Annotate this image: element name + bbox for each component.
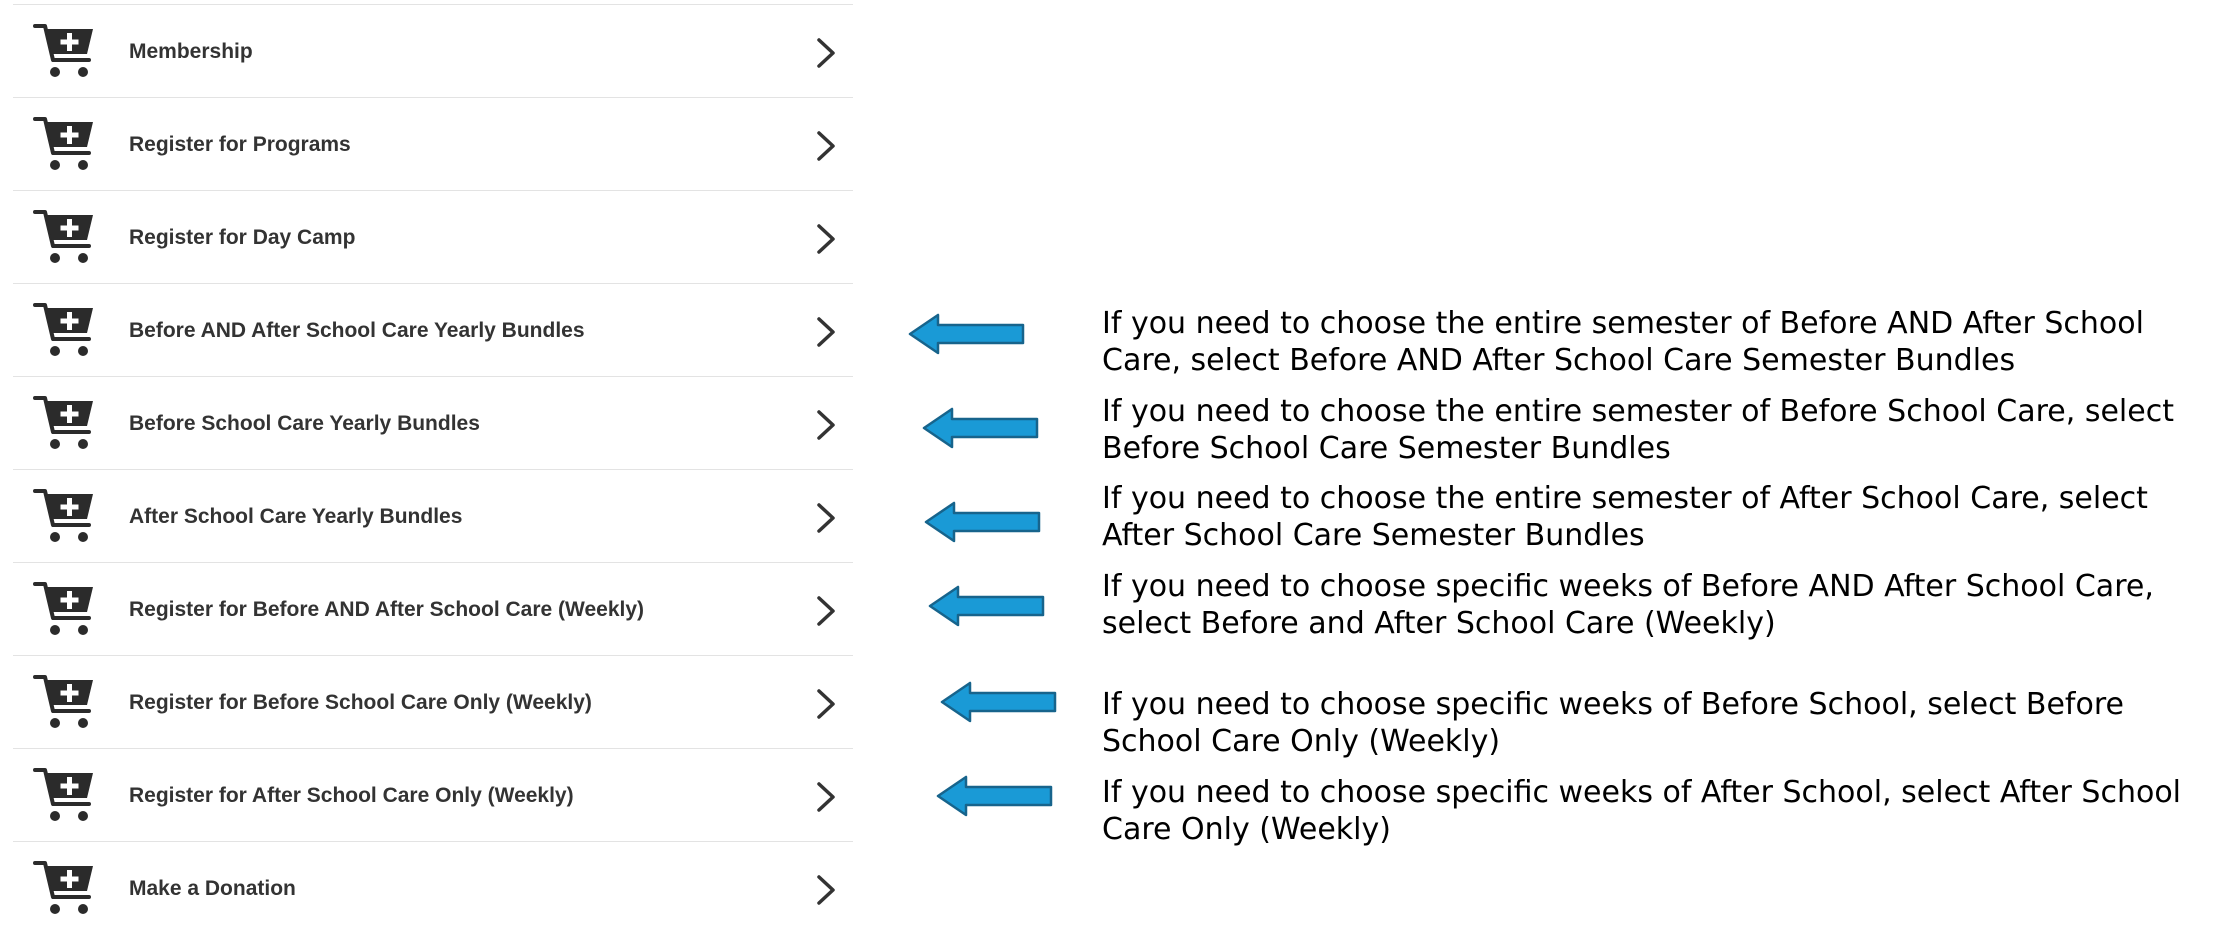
cart-add-icon (33, 303, 93, 356)
menu-item-after-yearly-bundles[interactable]: After School Care Yearly Bundles (13, 470, 853, 563)
menu-item-before-after-yearly-bundles[interactable]: Before AND After School Care Yearly Bund… (13, 284, 853, 377)
chevron-right-icon (817, 875, 835, 905)
left-arrow-icon (922, 407, 1039, 449)
instruction-note: If you need to choose the entire semeste… (1102, 394, 2174, 466)
instruction-note: If you need to choose the entire semeste… (1102, 481, 2148, 553)
instruction-note: If you need to choose specific weeks of … (1102, 569, 2154, 641)
left-arrow-icon (924, 501, 1041, 543)
menu-item-before-after-weekly[interactable]: Register for Before AND After School Car… (13, 563, 853, 656)
menu-item-label: Register for Day Camp (129, 226, 356, 249)
left-arrow-icon (928, 585, 1045, 627)
cart-add-icon (33, 396, 93, 449)
menu-item-membership[interactable]: Membership (13, 5, 853, 98)
menu-item-register-day-camp[interactable]: Register for Day Camp (13, 191, 853, 284)
chevron-right-icon (817, 782, 835, 812)
chevron-right-icon (817, 224, 835, 254)
chevron-right-icon (817, 689, 835, 719)
menu-item-register-programs[interactable]: Register for Programs (13, 98, 853, 191)
instruction-note: If you need to choose the entire semeste… (1102, 306, 2144, 378)
cart-add-icon (33, 675, 93, 728)
menu-item-label: Register for Before School Care Only (We… (129, 691, 592, 714)
menu-item-label: Register for After School Care Only (Wee… (129, 784, 574, 807)
menu-item-label: Register for Before AND After School Car… (129, 598, 645, 621)
page: Membership Register for Programs Registe… (0, 0, 2213, 938)
cart-add-icon (33, 768, 93, 821)
cart-add-icon (33, 24, 93, 77)
instruction-note: If you need to choose specific weeks of … (1102, 687, 2124, 759)
menu-item-make-donation[interactable]: Make a Donation (13, 842, 853, 935)
menu-item-before-only-weekly[interactable]: Register for Before School Care Only (We… (13, 656, 853, 749)
menu-item-label: Membership (129, 40, 253, 63)
chevron-right-icon (817, 317, 835, 347)
chevron-right-icon (817, 410, 835, 440)
cart-add-icon (33, 582, 93, 635)
menu-item-label: Before School Care Yearly Bundles (129, 412, 480, 435)
menu-item-label: Make a Donation (129, 877, 296, 900)
shop-menu-list: Membership Register for Programs Registe… (13, 4, 853, 935)
left-arrow-icon (940, 681, 1057, 723)
chevron-right-icon (817, 596, 835, 626)
menu-item-before-yearly-bundles[interactable]: Before School Care Yearly Bundles (13, 377, 853, 470)
chevron-right-icon (817, 38, 835, 68)
cart-add-icon (33, 210, 93, 263)
chevron-right-icon (817, 503, 835, 533)
menu-item-after-only-weekly[interactable]: Register for After School Care Only (Wee… (13, 749, 853, 842)
instruction-note: If you need to choose specific weeks of … (1102, 775, 2182, 847)
menu-item-label: Before AND After School Care Yearly Bund… (129, 319, 585, 342)
chevron-right-icon (817, 131, 835, 161)
left-arrow-icon (936, 775, 1053, 817)
left-arrow-icon (908, 313, 1025, 355)
cart-add-icon (33, 489, 93, 542)
menu-item-label: After School Care Yearly Bundles (129, 505, 463, 528)
cart-add-icon (33, 861, 93, 914)
cart-add-icon (33, 117, 93, 170)
menu-item-label: Register for Programs (129, 133, 351, 156)
